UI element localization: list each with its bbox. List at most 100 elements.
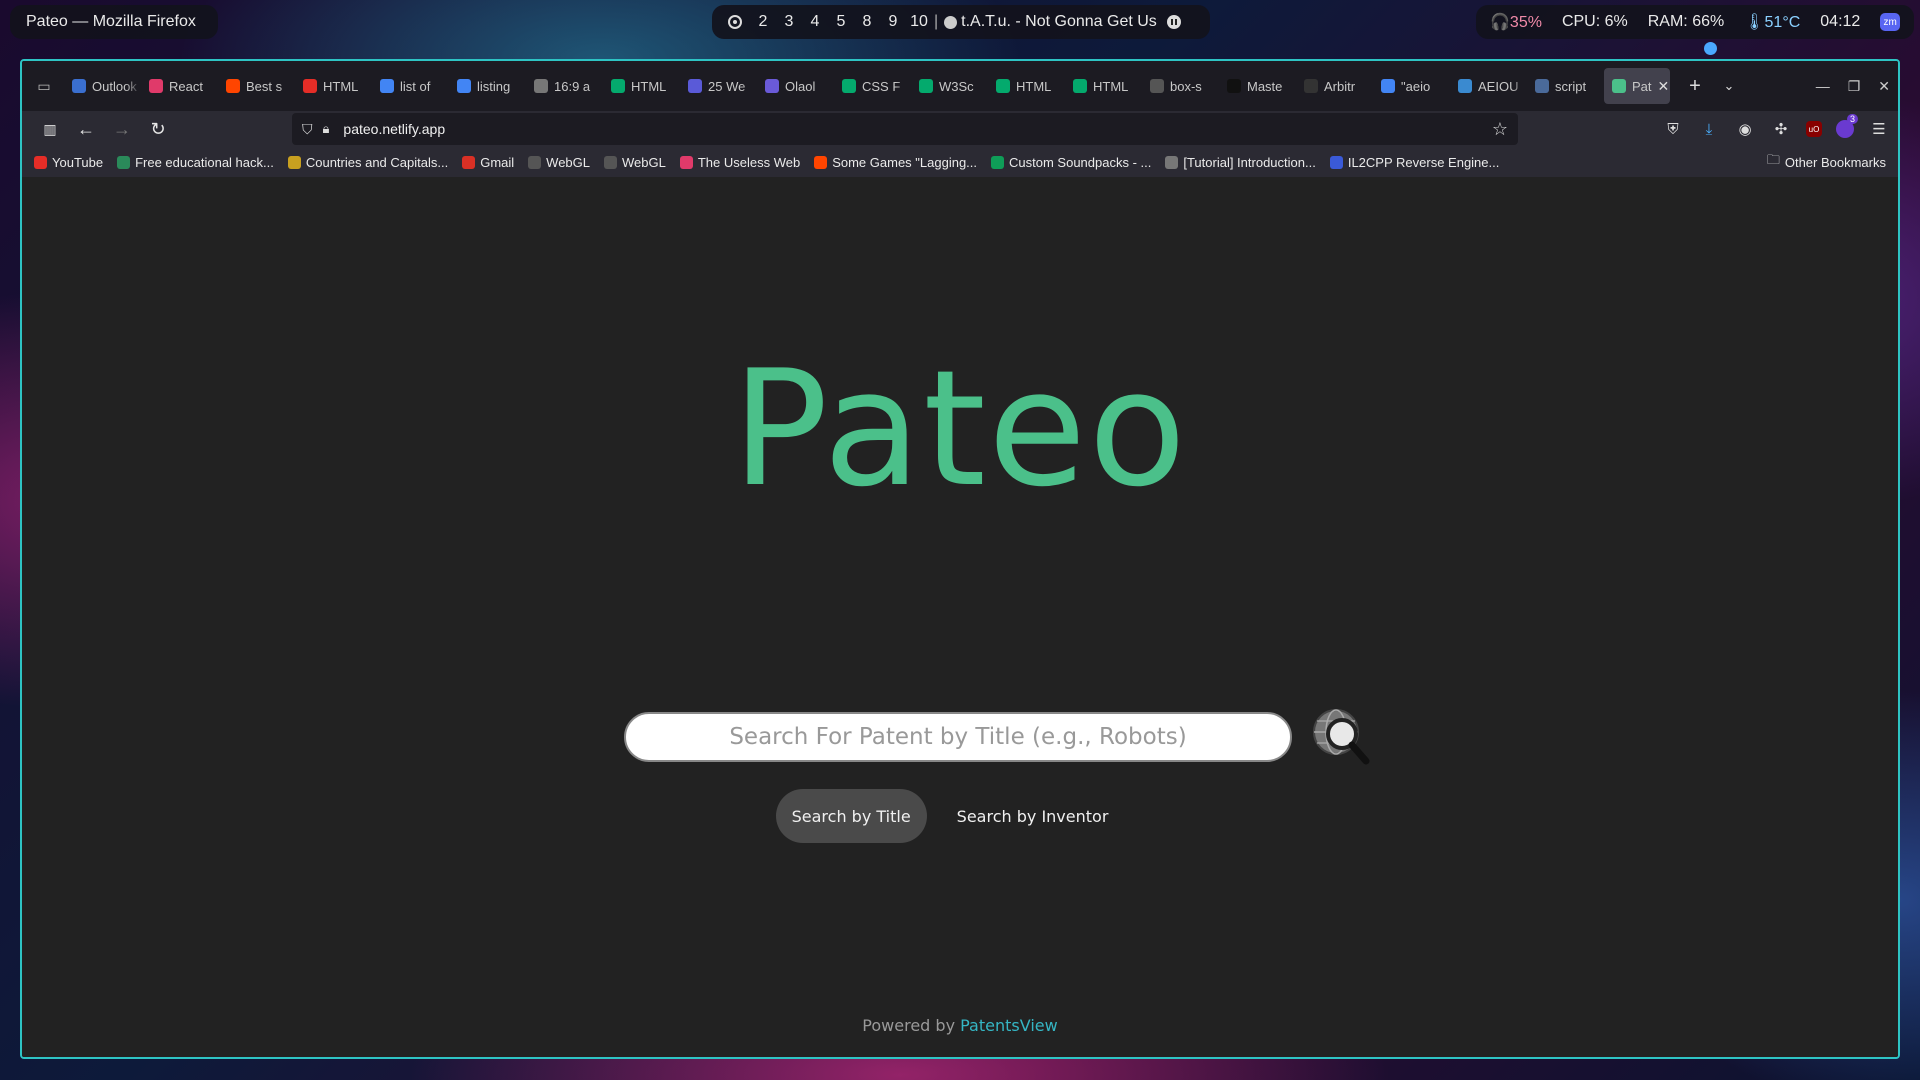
bookmark-item[interactable]: Gmail [462, 155, 514, 170]
new-tab-button[interactable]: + [1678, 75, 1712, 98]
reddit-icon [814, 155, 828, 169]
bookmark-item[interactable]: [Tutorial] Introduction... [1165, 154, 1316, 170]
tab[interactable]: React [141, 68, 218, 104]
downloads-icon[interactable]: ⤓ [1698, 118, 1720, 140]
bookmark-item[interactable]: The Useless Web [679, 155, 800, 170]
tab[interactable]: W3Sc [911, 68, 988, 104]
account-icon[interactable]: ◉ [1734, 118, 1756, 140]
pocket-icon[interactable]: ⛨ [1662, 118, 1684, 140]
headphone-battery-value: 35% [1509, 14, 1542, 31]
search-by-title-button[interactable]: Search by Title [775, 789, 927, 843]
workspace-9[interactable]: 9 [880, 13, 906, 31]
firefox-view-icon[interactable]: ▭ [30, 72, 58, 100]
discord-icon[interactable]: zm [1880, 13, 1900, 31]
bookmark-item[interactable]: Free educational hack... [117, 155, 274, 170]
workspace-10[interactable]: 10 [906, 13, 932, 31]
url-text[interactable]: pateo.netlify.app [343, 121, 445, 137]
hamburger-menu-icon[interactable]: ☰ [1868, 118, 1890, 140]
tab[interactable]: list of [372, 68, 449, 104]
bookmark-label: WebGL [622, 154, 666, 170]
bookmark-item[interactable]: Some Games "Lagging... [814, 155, 977, 170]
workspace-3[interactable]: 3 [776, 13, 802, 31]
tab-bar: ▭ Outlook React Best s HTML list of listing 16… [22, 61, 1898, 111]
tab-active[interactable]: Pat ✕ [1604, 68, 1670, 104]
globe-icon [604, 155, 617, 169]
close-window-icon[interactable]: ✕ [1878, 78, 1890, 95]
active-workspace-icon[interactable] [728, 15, 742, 29]
bookmark-label: Gmail [480, 154, 515, 170]
bookmark-item[interactable]: YouTube [34, 155, 103, 170]
tab-label: React [169, 78, 203, 94]
workspace-8[interactable]: 8 [854, 13, 880, 31]
restore-icon[interactable]: ❐ [1848, 78, 1861, 95]
other-bookmarks-folder[interactable]: 🗀 Other Bookmarks [1767, 151, 1886, 173]
bookmark-label: Some Games "Lagging... [832, 154, 978, 170]
bookmark-star-icon[interactable]: ☆ [1492, 119, 1508, 140]
list-all-tabs-icon[interactable]: ⌄ [1712, 78, 1746, 94]
sidebar-toggle-icon[interactable]: ▥ [32, 114, 68, 144]
pause-icon[interactable] [1166, 15, 1181, 29]
address-bar[interactable]: ⛉ 🔒︎ pateo.netlify.app ☆ [292, 113, 1518, 145]
wikipedia-icon [534, 79, 548, 93]
tab[interactable]: Outlook [64, 68, 141, 104]
gmail-icon [462, 155, 476, 169]
bookmark-label: [Tutorial] Introduction... [1183, 154, 1316, 170]
bookmark-item[interactable]: Countries and Capitals... [287, 155, 448, 170]
bookmarks-toolbar: YouTube Free educational hack... Countries… [22, 147, 1898, 177]
minimize-icon[interactable]: — [1816, 78, 1830, 94]
patentsview-link[interactable]: PatentsView [960, 1016, 1058, 1035]
tab[interactable]: 16:9 a [526, 68, 603, 104]
tab-label: Pat [1632, 78, 1652, 94]
tab[interactable]: HTML [1065, 68, 1142, 104]
tab[interactable]: script [1527, 68, 1604, 104]
lock-icon[interactable]: 🔒︎ [323, 121, 330, 137]
bookmark-item[interactable]: WebGL [604, 155, 666, 170]
tab[interactable]: Maste [1219, 68, 1296, 104]
tab-label: Best s [246, 78, 283, 94]
pateo-icon [1612, 79, 1626, 93]
clock: 04:12 [1820, 13, 1861, 30]
reload-button[interactable]: ↻ [140, 114, 176, 144]
tab[interactable]: listing [449, 68, 526, 104]
tab[interactable]: Best s [218, 68, 295, 104]
now-playing[interactable]: t.A.T.u. - Not Gonna Get Us [961, 13, 1157, 31]
tab[interactable]: box-s [1142, 68, 1219, 104]
tracking-protection-shield-icon[interactable]: ⛉ [302, 121, 313, 138]
ublock-origin-icon[interactable]: uO [1806, 121, 1822, 137]
extensions-puzzle-icon[interactable]: ✣ [1770, 118, 1792, 140]
tab[interactable]: "aeio [1373, 68, 1450, 104]
workspace-5[interactable]: 5 [828, 13, 854, 31]
tab[interactable]: HTML [603, 68, 680, 104]
bookmark-item[interactable]: WebGL [528, 155, 590, 170]
firefox-window: ▭ Outlook React Best s HTML list of listing 16… [20, 59, 1900, 1059]
tab[interactable]: HTML [988, 68, 1065, 104]
tab-label: CSS F [862, 78, 901, 94]
workspace-2[interactable]: 2 [750, 13, 776, 31]
other-bookmarks-label: Other Bookmarks [1784, 154, 1886, 170]
tab[interactable]: Olaol [757, 68, 834, 104]
search-globe-magnifier-icon[interactable] [1308, 704, 1374, 770]
workspace-4[interactable]: 4 [802, 13, 828, 31]
w3schools-icon [842, 79, 856, 93]
temperature-value: 51°C [1764, 14, 1801, 31]
react-icon [149, 79, 163, 93]
tab[interactable]: 25 We [680, 68, 757, 104]
search-input[interactable] [624, 712, 1292, 762]
tab[interactable]: AEIOU [1450, 68, 1527, 104]
forward-button[interactable]: → [104, 114, 140, 144]
bookmark-item[interactable]: IL2CPP Reverse Engine... [1329, 155, 1499, 170]
tab[interactable]: CSS F [834, 68, 911, 104]
tab[interactable]: Arbitr [1296, 68, 1373, 104]
extension-badge-icon[interactable]: 3 [1836, 114, 1858, 138]
pateo-logo: Pateo [731, 335, 1189, 522]
tab-close-icon[interactable]: ✕ [1658, 78, 1670, 95]
bookmark-item[interactable]: Custom Soundpacks - ... [991, 155, 1151, 170]
tab-label: Arbitr [1324, 78, 1356, 94]
back-button[interactable]: ← [68, 114, 104, 144]
tab-label: HTML [631, 78, 667, 94]
folder-icon: 🗀 [1766, 152, 1780, 167]
search-by-inventor-button[interactable]: Search by Inventor [941, 789, 1125, 843]
tab-label: Olaol [785, 78, 816, 94]
tab[interactable]: HTML [295, 68, 372, 104]
google-icon [1381, 79, 1395, 93]
